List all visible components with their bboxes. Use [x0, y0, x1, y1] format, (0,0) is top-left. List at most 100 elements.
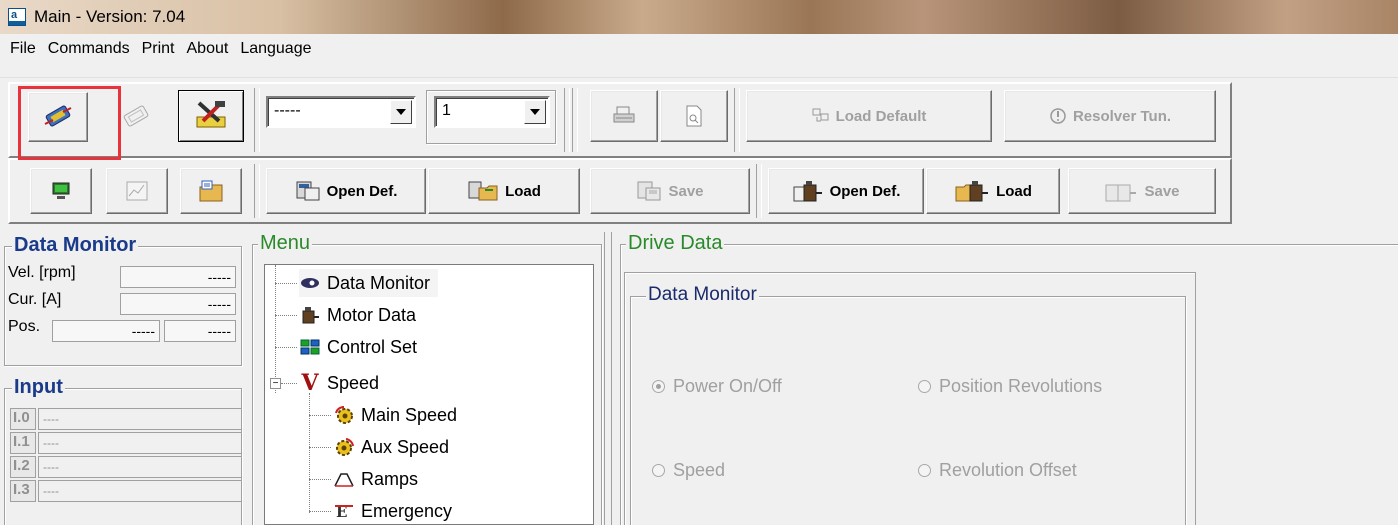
- radio-label: Revolution Offset: [939, 460, 1077, 480]
- data-monitor-subgroup: [630, 296, 1186, 525]
- motor-open-def-button[interactable]: Open Def.: [768, 168, 924, 214]
- monitor-icon: [52, 182, 70, 199]
- highlight-box: [18, 86, 121, 160]
- radio-circle: [918, 380, 931, 393]
- control-icon: [299, 338, 321, 356]
- input-row: I.2 ----: [10, 456, 242, 478]
- load-folder-icon: [468, 181, 498, 201]
- menu-item-main-speed[interactable]: Main Speed: [333, 401, 457, 429]
- print-preview-icon: [686, 105, 702, 127]
- motor-save-button[interactable]: Save: [1068, 168, 1216, 214]
- motor-save-icon: [1105, 184, 1137, 202]
- drive-data-title: Drive Data: [626, 232, 725, 255]
- toolbar-bottom: Open Def. Load Save Open Def. Load Save: [8, 158, 1232, 224]
- input-row: I.1 ----: [10, 432, 242, 454]
- position-value-1: -----: [52, 320, 160, 342]
- parameter-folder-button[interactable]: [180, 168, 242, 214]
- menu-item-ramps[interactable]: Ramps: [333, 465, 418, 493]
- menu-item-speed[interactable]: V Speed: [299, 369, 379, 397]
- menu-item-label: Aux Speed: [361, 436, 450, 457]
- menu-item-label: Main Speed: [361, 404, 458, 425]
- input-value: ----: [38, 480, 242, 502]
- folder-icon: [199, 180, 223, 202]
- input-row: I.3 ----: [10, 480, 242, 502]
- menu-item-label: Ramps: [361, 468, 419, 489]
- menu-bar: File Commands Print About Language: [0, 34, 1398, 78]
- app-icon: a: [8, 8, 26, 26]
- motor-open-def-label: Open Def.: [829, 182, 901, 200]
- position-value-2: -----: [164, 320, 236, 342]
- menu-file[interactable]: File: [4, 40, 42, 58]
- menu-item-label: Data Monitor: [327, 272, 431, 293]
- ramp-icon: [333, 470, 355, 488]
- speed-v-icon: V: [301, 370, 319, 396]
- radio-circle: [652, 464, 665, 477]
- toolbar-top: ----- 1 Load Default Resolver Tun.: [8, 82, 1232, 158]
- motor-load-button[interactable]: Load: [926, 168, 1060, 214]
- chevron-down-icon[interactable]: [524, 100, 546, 124]
- input-row: I.0 ----: [10, 408, 242, 430]
- menu-item-control-set[interactable]: Control Set: [299, 333, 417, 361]
- velocity-value: -----: [120, 266, 236, 288]
- menu-tree: − Data Monitor Motor Data Control Set V …: [264, 264, 594, 525]
- resolver-icon: [1050, 108, 1066, 124]
- chevron-down-icon[interactable]: [390, 100, 412, 124]
- menu-about[interactable]: About: [181, 40, 235, 58]
- monitor-button[interactable]: [30, 168, 92, 214]
- menu-language[interactable]: Language: [234, 40, 317, 58]
- input-key: I.3: [10, 480, 36, 502]
- printer-icon: [613, 106, 635, 123]
- open-def-button[interactable]: Open Def.: [266, 168, 426, 214]
- scope-chart-icon: [126, 181, 148, 201]
- open-definition-icon: [296, 181, 320, 201]
- menu-item-label: Motor Data: [327, 304, 417, 325]
- menu-item-label: Emergency: [361, 500, 453, 521]
- menu-commands[interactable]: Commands: [42, 40, 136, 58]
- title-bar: a Main - Version: 7.04: [0, 0, 1398, 34]
- resolver-tuning-button[interactable]: Resolver Tun.: [1004, 90, 1216, 142]
- input-key: I.2: [10, 456, 36, 478]
- menu-item-aux-speed[interactable]: Aux Speed: [333, 433, 449, 461]
- menu-item-data-monitor[interactable]: Data Monitor: [299, 269, 439, 297]
- gear-icon: [333, 438, 355, 456]
- load-default-icon: [812, 108, 829, 122]
- emergency-icon: E: [333, 502, 355, 520]
- motor-load-icon: [955, 181, 989, 202]
- drive-select-combo[interactable]: -----: [266, 96, 416, 128]
- menu-item-motor-data[interactable]: Motor Data: [299, 301, 416, 329]
- print-preview-button[interactable]: [660, 90, 728, 142]
- open-def-label: Open Def.: [326, 182, 398, 200]
- load-label: Load: [505, 182, 541, 200]
- radio-circle: [918, 464, 931, 477]
- save-label: Save: [668, 182, 704, 200]
- radio-label: Position Revolutions: [939, 376, 1103, 396]
- menu-print[interactable]: Print: [136, 40, 181, 58]
- tools-icon: [196, 101, 226, 128]
- position-revolutions-radio[interactable]: Position Revolutions: [918, 376, 1102, 397]
- motor-save-label: Save: [1144, 182, 1180, 200]
- menu-item-label: Speed: [327, 372, 380, 393]
- input-value: ----: [38, 456, 242, 478]
- save-button[interactable]: Save: [590, 168, 750, 214]
- splitter[interactable]: [604, 232, 612, 525]
- collapse-speed-toggle[interactable]: −: [270, 378, 281, 389]
- speed-radio[interactable]: Speed: [652, 460, 725, 481]
- menu-item-emergency[interactable]: E Emergency: [333, 497, 453, 524]
- tools-button[interactable]: [178, 90, 244, 142]
- node-select-value: 1: [442, 102, 451, 119]
- load-button[interactable]: Load: [428, 168, 580, 214]
- revolution-offset-radio[interactable]: Revolution Offset: [918, 460, 1077, 481]
- scope-button[interactable]: [106, 168, 168, 214]
- window-title: Main - Version: 7.04: [34, 7, 186, 26]
- load-default-button[interactable]: Load Default: [746, 90, 992, 142]
- data-monitor-subtitle: Data Monitor: [646, 284, 759, 306]
- power-on-off-radio[interactable]: Power On/Off: [652, 376, 782, 397]
- drive-select-value: -----: [274, 102, 301, 119]
- radio-label: Speed: [673, 460, 726, 480]
- motor-load-label: Load: [996, 182, 1032, 200]
- menu-title: Menu: [258, 232, 313, 255]
- input-value: ----: [38, 408, 242, 430]
- position-label: Pos.: [8, 318, 41, 335]
- node-select-combo[interactable]: 1: [434, 96, 550, 128]
- print-button[interactable]: [590, 90, 658, 142]
